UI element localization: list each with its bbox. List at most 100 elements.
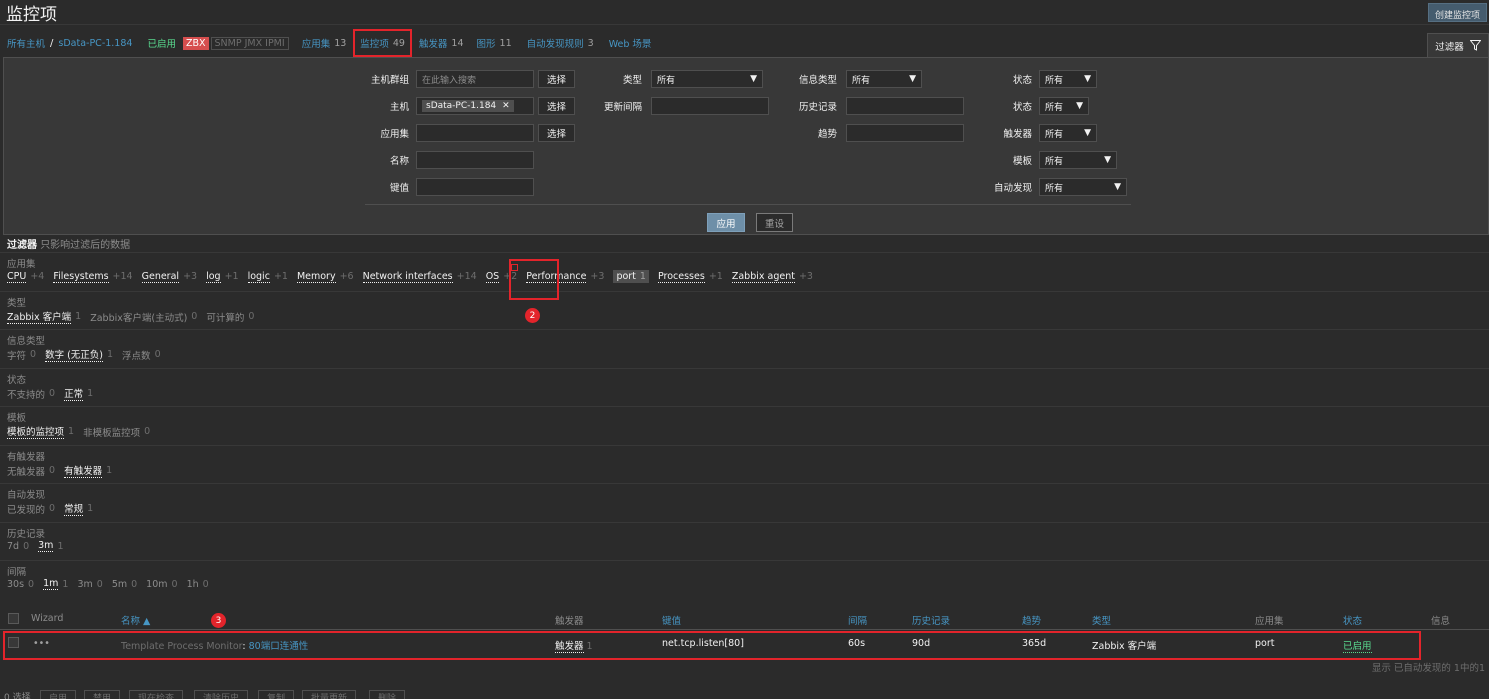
- tab-graphs[interactable]: 图形: [477, 36, 496, 50]
- subfilter-history-3m[interactable]: 3m: [38, 540, 54, 552]
- availability-jmx: JMX: [244, 37, 263, 49]
- host-group-input[interactable]: 在此输入搜索: [416, 70, 534, 88]
- subfilter-template-inherited[interactable]: 模板的监控项: [7, 424, 65, 439]
- tab-items-label[interactable]: 监控项: [360, 36, 389, 50]
- triggers-select[interactable]: 所有 ▼: [1039, 124, 1097, 142]
- subfilter-app-memory[interactable]: Memory: [296, 271, 336, 283]
- delete-button[interactable]: 删除: [369, 690, 406, 699]
- trends-label: 趋势: [817, 129, 837, 140]
- status-label: 状态: [1012, 102, 1032, 113]
- trends-input[interactable]: [846, 124, 964, 142]
- filter-host-row: 主机 sData-PC-1.184 ✕ 选择: [366, 97, 576, 115]
- host-group-select-button[interactable]: 选择: [538, 70, 576, 88]
- subfilter-app-logic[interactable]: logic: [247, 271, 270, 283]
- subfilter-app-general[interactable]: General: [141, 271, 180, 283]
- tab-triggers[interactable]: 触发器: [419, 36, 448, 50]
- subfilter-app-cpu[interactable]: CPU: [7, 271, 27, 283]
- disable-button[interactable]: 禁用: [84, 690, 121, 699]
- subfilter-app-os[interactable]: OS: [485, 271, 500, 283]
- filter-application-row: 应用集 选择: [366, 124, 576, 142]
- application-input[interactable]: [416, 124, 534, 142]
- discovery-select[interactable]: 所有 ▼: [1039, 178, 1127, 196]
- update-interval-label: 更新间隔: [603, 102, 642, 113]
- state-select[interactable]: 所有 ▼: [1039, 70, 1097, 88]
- subfilter-app-port-selected[interactable]: port 1: [613, 270, 649, 283]
- apply-button[interactable]: 应用: [707, 213, 745, 232]
- filter-panel: 主机群组 在此输入搜索 选择 主机 sData-PC-1.184 ✕ 选择 应用…: [3, 57, 1489, 235]
- name-input[interactable]: [416, 151, 534, 169]
- copy-button[interactable]: 复制: [258, 690, 295, 699]
- tab-items[interactable]: 监控项 49: [353, 29, 412, 57]
- subfilter-app-filesystems[interactable]: Filesystems: [53, 271, 109, 283]
- history-label: 历史记录: [798, 102, 837, 113]
- host-select-button[interactable]: 选择: [538, 97, 576, 115]
- breadcrumb-separator: /: [50, 37, 54, 49]
- page-header: 监控项 创建监控项: [0, 0, 1489, 25]
- breadcrumb-all-hosts[interactable]: 所有主机: [7, 36, 45, 50]
- tab-applications[interactable]: 应用集: [302, 36, 331, 50]
- subfilter-info-numeric[interactable]: 数字 (无正负): [45, 347, 103, 362]
- host-input[interactable]: sData-PC-1.184 ✕: [416, 97, 534, 115]
- breadcrumb-host[interactable]: sData-PC-1.184: [58, 38, 132, 49]
- col-type[interactable]: 类型: [1092, 613, 1111, 627]
- application-select-button[interactable]: 选择: [538, 124, 576, 142]
- col-triggers: 触发器: [555, 616, 584, 627]
- availability-zbx-badge: ZBX: [182, 36, 209, 50]
- state-label: 状态: [1012, 75, 1032, 86]
- info-type-select[interactable]: 所有 ▼: [846, 70, 922, 88]
- subfilter-discovery: 自动发现 已发现的 0 常规 1: [0, 483, 1489, 522]
- type-label: 类型: [622, 75, 642, 86]
- selected-count: 0 选择: [4, 693, 31, 699]
- annotation-marker-3: 3: [211, 613, 226, 628]
- filter-template-row: 模板 所有 ▼: [984, 151, 1117, 169]
- subfilter-interval: 间隔 30s 0 1m 1 3m 0 5m 0 10m 0 1h 0: [0, 560, 1489, 599]
- tab-discovery-rules[interactable]: 自动发现规则: [527, 36, 584, 50]
- reset-button[interactable]: 重设: [756, 213, 793, 232]
- col-history[interactable]: 历史记录: [912, 613, 950, 627]
- subfilter-app-zabbix-agent[interactable]: Zabbix agent: [731, 271, 795, 283]
- col-status[interactable]: 状态: [1343, 613, 1362, 627]
- col-name[interactable]: 名称 ▲: [121, 613, 150, 627]
- filter-discovery-row: 自动发现 所有 ▼: [984, 178, 1127, 196]
- subfilter-title: 过滤器 只影响过滤后的数据: [7, 240, 131, 251]
- discovery-count: 3: [587, 37, 594, 49]
- mass-update-button[interactable]: 批量更新: [302, 690, 357, 699]
- annotation-anchor: [511, 264, 518, 271]
- filter-key-row: 键值: [366, 178, 534, 196]
- remove-chip-icon[interactable]: ✕: [502, 101, 510, 111]
- clear-history-button[interactable]: 清除历史: [194, 690, 249, 699]
- col-key[interactable]: 键值: [662, 613, 681, 627]
- template-select[interactable]: 所有 ▼: [1039, 151, 1117, 169]
- status-select[interactable]: 所有 ▼: [1039, 97, 1089, 115]
- filter-type-row: 类型 所有 ▼: [594, 70, 763, 88]
- host-status-enabled[interactable]: 已启用: [147, 36, 176, 50]
- key-input[interactable]: [416, 178, 534, 196]
- subfilter-app-log[interactable]: log: [206, 271, 221, 283]
- col-applications: 应用集: [1255, 616, 1284, 627]
- subfilter-interval-1m[interactable]: 1m: [43, 578, 59, 590]
- check-now-button[interactable]: 现在检查: [129, 690, 184, 699]
- col-interval[interactable]: 间隔: [848, 613, 867, 627]
- template-label: 模板: [1012, 156, 1032, 167]
- triggers-label: 触发器: [1003, 129, 1032, 140]
- subfilter-discovery-regular[interactable]: 常规: [64, 501, 84, 516]
- subfilter-has-triggers[interactable]: 有触发器: [64, 463, 103, 478]
- subfilter-app-network-interfaces[interactable]: Network interfaces: [362, 271, 453, 283]
- create-item-button[interactable]: 创建监控项: [1427, 2, 1487, 22]
- type-select[interactable]: 所有 ▼: [651, 70, 763, 88]
- subfilter-state-normal[interactable]: 正常: [64, 386, 84, 401]
- table-footer-note: 显示 已自动发现的 1中的1: [1371, 663, 1485, 674]
- filter-trends-row: 趋势: [789, 124, 964, 142]
- filter-state-row: 状态 所有 ▼: [984, 70, 1097, 88]
- col-trends[interactable]: 趋势: [1022, 613, 1041, 627]
- enable-button[interactable]: 启用: [40, 690, 77, 699]
- subfilter-app-processes[interactable]: Processes: [657, 271, 705, 283]
- update-interval-input[interactable]: [651, 97, 769, 115]
- select-all-checkbox[interactable]: [8, 613, 19, 624]
- history-input[interactable]: [846, 97, 964, 115]
- tab-web-scenarios[interactable]: Web 场景: [609, 36, 652, 50]
- host-group-label: 主机群组: [370, 75, 409, 86]
- subfilter-type-agent[interactable]: Zabbix 客户端: [7, 309, 72, 324]
- host-navigation: 所有主机 / sData-PC-1.184 已启用 ZBX SNMP JMX I…: [0, 29, 1489, 57]
- filter-tab[interactable]: 过滤器: [1427, 33, 1489, 57]
